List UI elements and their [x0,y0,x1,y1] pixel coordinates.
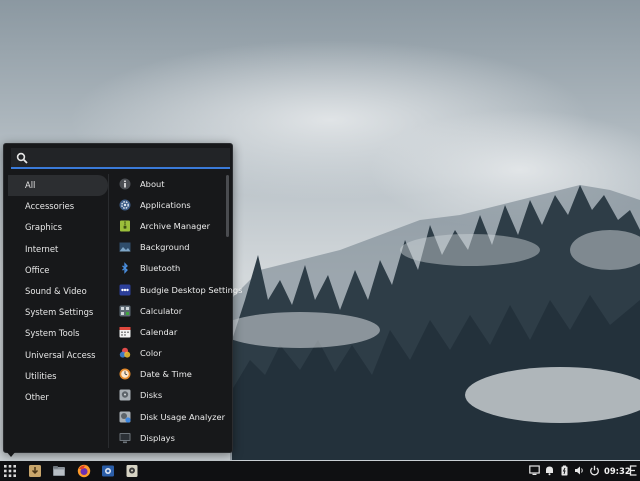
app-list: About Applications Archive Manager Backg… [114,173,242,448]
bottom-panel: 09:32 [0,461,640,481]
screen-icon[interactable] [529,465,540,476]
app-label: Applications [140,199,191,210]
firefox-icon[interactable] [77,464,91,478]
volume-icon[interactable] [574,465,585,476]
category-system-settings[interactable]: System Settings [8,302,108,323]
app-item-background[interactable]: Background [114,237,224,258]
app-label: About [140,178,165,189]
app-item-date-time[interactable]: Date & Time [114,364,224,385]
search-input[interactable] [33,150,227,168]
app-label: Disks [140,390,163,401]
app-list-scrollbar[interactable] [226,175,229,237]
app-item-about[interactable]: About [114,173,224,194]
apps-grid-icon[interactable] [3,464,17,478]
calculator-icon [119,305,131,317]
background-icon [119,242,131,252]
gear-icon [119,199,131,211]
app-item-budgie-desktop-settings[interactable]: Budgie Desktop Settings [114,279,242,300]
app-item-color[interactable]: Color [114,343,224,364]
bell-icon[interactable] [544,465,555,476]
category-utilities[interactable]: Utilities [8,366,108,387]
raven-icon[interactable] [629,465,638,476]
app-item-calendar[interactable]: Calendar [114,321,224,342]
app-label: Bluetooth [140,263,181,274]
category-list: All Accessories Graphics Internet Office… [8,175,108,408]
category-all[interactable]: All [8,175,108,197]
category-office[interactable]: Office [8,260,108,281]
app-item-archive-manager[interactable]: Archive Manager [114,215,224,236]
bluetooth-icon [122,262,128,275]
category-universal-access[interactable]: Universal Access [8,345,108,366]
app-item-applications[interactable]: Applications [114,194,224,215]
category-other[interactable]: Other [8,387,108,408]
budgie-settings-icon [119,284,131,296]
calendar-icon [119,326,131,338]
app-item-disk-usage-analyzer[interactable]: Disk Usage Analyzer [114,406,226,427]
app-label: Color [140,348,162,359]
display-icon [119,432,131,443]
app-label: Disk Usage Analyzer [140,411,226,422]
category-system-tools[interactable]: System Tools [8,323,108,344]
battery-icon[interactable] [559,465,570,476]
app-label: Date & Time [140,369,192,380]
app-item-bluetooth[interactable]: Bluetooth [114,258,224,279]
menu-pointer [6,451,16,457]
app-label: Calculator [140,305,183,316]
archive-icon [120,220,130,232]
app-item-displays[interactable]: Displays [114,427,224,448]
category-internet[interactable]: Internet [8,239,108,260]
app-label: Budgie Desktop Settings [140,284,243,295]
app-item-calculator[interactable]: Calculator [114,300,224,321]
search-icon [16,152,28,164]
clock[interactable]: 09:32 [604,461,631,481]
app-label: Archive Manager [140,220,211,231]
power-icon[interactable] [589,465,600,476]
app-label: Calendar [140,326,178,337]
application-menu: All Accessories Graphics Internet Office… [3,143,242,453]
files-icon[interactable] [52,464,66,478]
info-icon [119,178,131,190]
color-icon [119,347,131,358]
archive-panel-icon[interactable] [125,464,139,478]
category-accessories[interactable]: Accessories [8,196,108,217]
app-label: Displays [140,432,175,443]
app-item-disks[interactable]: Disks [114,385,224,406]
disk-usage-icon [119,411,131,423]
disks-icon [119,389,131,401]
software-icon[interactable] [101,464,115,478]
search-bar[interactable] [11,148,230,169]
menu-divider [108,174,109,448]
app-label: Background [140,242,190,253]
category-graphics[interactable]: Graphics [8,217,108,238]
category-sound-video[interactable]: Sound & Video [8,281,108,302]
clock-icon [119,368,131,380]
installer-icon[interactable] [28,464,42,478]
